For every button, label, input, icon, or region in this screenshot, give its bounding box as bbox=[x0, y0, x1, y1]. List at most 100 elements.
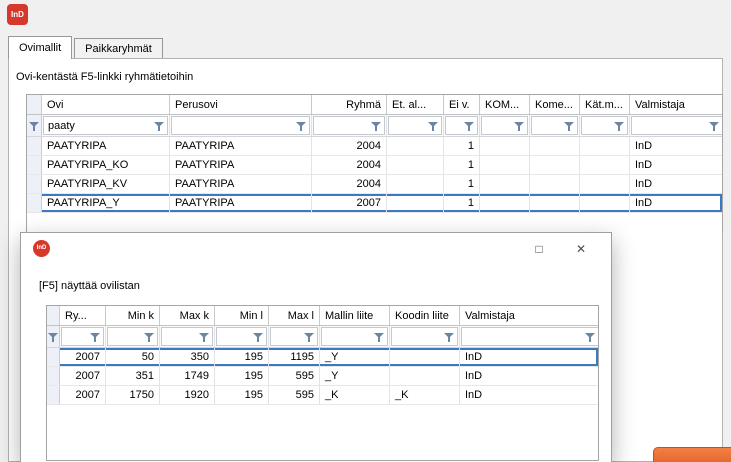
table-row-selected[interactable]: 2007 50 350 195 1195 _Y InD bbox=[47, 348, 598, 367]
column-header-mallin-liite[interactable]: Mallin liite bbox=[320, 306, 390, 325]
cell-max-l[interactable]: 595 bbox=[269, 386, 320, 404]
cell-ry[interactable]: 2007 bbox=[60, 386, 106, 404]
cell-koodin-liite[interactable] bbox=[390, 348, 460, 366]
cell-et-al[interactable] bbox=[387, 137, 444, 155]
filter-indicator[interactable] bbox=[27, 115, 42, 136]
cell-perusovi[interactable]: PAATYRIPA bbox=[170, 156, 312, 174]
row-indicator[interactable] bbox=[27, 194, 42, 212]
column-header-koodin-liite[interactable]: Koodin liite bbox=[390, 306, 460, 325]
corner-accent-button[interactable] bbox=[653, 447, 731, 462]
cell-ryhma[interactable]: 2004 bbox=[312, 175, 387, 193]
cell-kom[interactable] bbox=[480, 194, 530, 212]
filter-icon[interactable] bbox=[296, 120, 307, 132]
cell-et-al[interactable] bbox=[387, 156, 444, 174]
filter-icon[interactable] bbox=[371, 120, 382, 132]
cell-kome[interactable] bbox=[530, 137, 580, 155]
column-header-valmistaja[interactable]: Valmistaja bbox=[630, 95, 723, 114]
cell-min-k[interactable]: 50 bbox=[106, 348, 160, 366]
column-header-kat-m[interactable]: Kät.m... bbox=[580, 95, 630, 114]
cell-mallin-liite[interactable]: _Y bbox=[320, 367, 390, 385]
cell-et-al[interactable] bbox=[387, 175, 444, 193]
filter-input-valmistaja[interactable] bbox=[631, 116, 723, 135]
filter-input-max-l[interactable] bbox=[270, 327, 318, 346]
maximize-button[interactable]: □ bbox=[525, 237, 553, 260]
column-header-ei-v[interactable]: Ei v. bbox=[444, 95, 480, 114]
row-indicator[interactable] bbox=[47, 348, 60, 366]
filter-input-et-al[interactable] bbox=[388, 116, 442, 135]
filter-icon[interactable] bbox=[374, 331, 385, 343]
filter-icon[interactable] bbox=[29, 120, 40, 132]
filter-input-ovi[interactable]: paaty bbox=[43, 116, 168, 135]
cell-kom[interactable] bbox=[480, 137, 530, 155]
filter-icon[interactable] bbox=[614, 120, 625, 132]
cell-max-k[interactable]: 350 bbox=[160, 348, 215, 366]
cell-ryhma[interactable]: 2004 bbox=[312, 137, 387, 155]
column-header-max-l[interactable]: Max l bbox=[269, 306, 320, 325]
row-indicator[interactable] bbox=[27, 175, 42, 193]
row-indicator[interactable] bbox=[27, 137, 42, 155]
cell-valmistaja[interactable]: InD bbox=[460, 367, 599, 385]
filter-icon[interactable] bbox=[48, 331, 59, 343]
cell-ei-v[interactable]: 1 bbox=[444, 175, 480, 193]
table-row[interactable]: PAATYRIPA_KV PAATYRIPA 2004 1 InD bbox=[27, 175, 722, 194]
cell-kat-m[interactable] bbox=[580, 137, 630, 155]
row-indicator[interactable] bbox=[47, 367, 60, 385]
cell-kom[interactable] bbox=[480, 156, 530, 174]
cell-ry[interactable]: 2007 bbox=[60, 367, 106, 385]
column-header-min-l[interactable]: Min l bbox=[215, 306, 269, 325]
cell-kat-m[interactable] bbox=[580, 156, 630, 174]
cell-min-l[interactable]: 195 bbox=[215, 386, 269, 404]
cell-kat-m[interactable] bbox=[580, 175, 630, 193]
cell-ryhma[interactable]: 2004 bbox=[312, 156, 387, 174]
filter-input-kom[interactable] bbox=[481, 116, 528, 135]
cell-et-al[interactable] bbox=[387, 194, 444, 212]
cell-koodin-liite[interactable] bbox=[390, 367, 460, 385]
cell-ovi[interactable]: PAATYRIPA_KO bbox=[42, 156, 170, 174]
cell-ovi[interactable]: PAATYRIPA_KV bbox=[42, 175, 170, 193]
cell-max-l[interactable]: 1195 bbox=[269, 348, 320, 366]
filter-icon[interactable] bbox=[444, 331, 455, 343]
cell-ei-v[interactable]: 1 bbox=[444, 194, 480, 212]
column-header-ovi[interactable]: Ovi bbox=[42, 95, 170, 114]
cell-perusovi[interactable]: PAATYRIPA bbox=[170, 194, 312, 212]
filter-input-kat-m[interactable] bbox=[581, 116, 628, 135]
filter-input-koodin-liite[interactable] bbox=[391, 327, 458, 346]
column-header-kome[interactable]: Kome... bbox=[530, 95, 580, 114]
filter-input-min-k[interactable] bbox=[107, 327, 158, 346]
cell-ovi[interactable]: PAATYRIPA_Y bbox=[42, 194, 170, 212]
filter-input-max-k[interactable] bbox=[161, 327, 213, 346]
cell-ei-v[interactable]: 1 bbox=[444, 156, 480, 174]
filter-icon[interactable] bbox=[514, 120, 525, 132]
filter-input-ryhma[interactable] bbox=[313, 116, 385, 135]
filter-input-perusovi[interactable] bbox=[171, 116, 310, 135]
cell-ovi[interactable]: PAATYRIPA bbox=[42, 137, 170, 155]
cell-kome[interactable] bbox=[530, 194, 580, 212]
table-row[interactable]: PAATYRIPA PAATYRIPA 2004 1 InD bbox=[27, 137, 722, 156]
tab-paikkaryhmat[interactable]: Paikkaryhmät bbox=[74, 38, 163, 58]
filter-input-valmistaja[interactable] bbox=[461, 327, 599, 346]
cell-kome[interactable] bbox=[530, 175, 580, 193]
filter-indicator[interactable] bbox=[47, 326, 60, 347]
cell-valmistaja[interactable]: InD bbox=[630, 137, 723, 155]
tab-ovimallit[interactable]: Ovimallit bbox=[8, 36, 72, 59]
cell-min-l[interactable]: 195 bbox=[215, 367, 269, 385]
filter-icon[interactable] bbox=[709, 120, 720, 132]
row-indicator[interactable] bbox=[27, 156, 42, 174]
filter-icon[interactable] bbox=[154, 120, 165, 132]
filter-icon[interactable] bbox=[585, 331, 596, 343]
column-header-et-al[interactable]: Et. al... bbox=[387, 95, 444, 114]
filter-icon[interactable] bbox=[199, 331, 210, 343]
cell-valmistaja[interactable]: InD bbox=[630, 194, 723, 212]
column-header-perusovi[interactable]: Perusovi bbox=[170, 95, 312, 114]
cell-max-k[interactable]: 1920 bbox=[160, 386, 215, 404]
close-button[interactable]: ✕ bbox=[567, 237, 595, 260]
cell-perusovi[interactable]: PAATYRIPA bbox=[170, 137, 312, 155]
cell-kat-m[interactable] bbox=[580, 194, 630, 212]
table-row-selected[interactable]: PAATYRIPA_Y PAATYRIPA 2007 1 InD bbox=[27, 194, 722, 213]
cell-valmistaja[interactable]: InD bbox=[630, 156, 723, 174]
cell-perusovi[interactable]: PAATYRIPA bbox=[170, 175, 312, 193]
filter-input-mallin-liite[interactable] bbox=[321, 327, 388, 346]
cell-koodin-liite[interactable]: _K bbox=[390, 386, 460, 404]
filter-icon[interactable] bbox=[564, 120, 575, 132]
filter-icon[interactable] bbox=[144, 331, 155, 343]
